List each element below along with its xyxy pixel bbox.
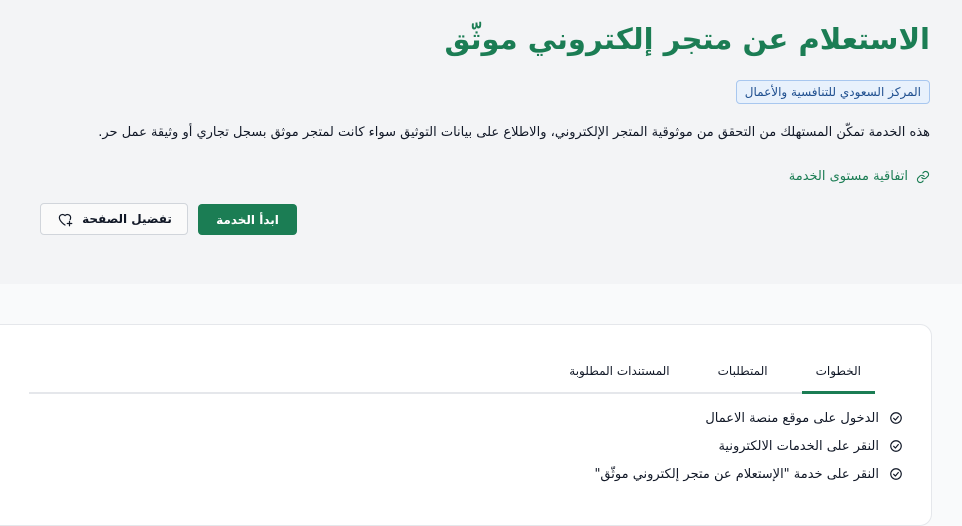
provider-badge: المركز السعودي للتنافسية والأعمال bbox=[735, 80, 930, 104]
list-item: الدخول على موقع منصة الاعمال bbox=[594, 404, 903, 432]
service-description: هذه الخدمة تمكّن المستهلك من التحقق من م… bbox=[98, 125, 930, 140]
page-title: الاستعلام عن متجر إلكتروني موثّق bbox=[444, 22, 930, 56]
tab-requirements[interactable]: المتطلبات bbox=[704, 364, 782, 392]
check-circle-icon bbox=[890, 468, 902, 480]
tab-required-documents[interactable]: المستندات المطلوبة bbox=[555, 364, 683, 392]
step-text: الدخول على موقع منصة الاعمال bbox=[705, 410, 879, 426]
tab-steps[interactable]: الخطوات bbox=[801, 364, 876, 394]
step-text: النقر على خدمة "الإستعلام عن متجر إلكترو… bbox=[594, 466, 879, 482]
details-tabs: الخطوات المتطلبات المستندات المطلوبة bbox=[29, 364, 876, 394]
check-circle-icon bbox=[890, 412, 902, 424]
heart-plus-icon bbox=[58, 213, 73, 227]
steps-list: الدخول على موقع منصة الاعمال النقر على ا… bbox=[594, 404, 903, 488]
favorite-page-label: تفضيل الصفحة bbox=[82, 212, 172, 226]
sla-link-label: اتفاقية مستوى الخدمة bbox=[788, 169, 908, 184]
service-header: الاستعلام عن متجر إلكتروني موثّق المركز … bbox=[0, 0, 962, 284]
start-service-button[interactable]: ابدأ الخدمة bbox=[198, 204, 297, 235]
list-item: النقر على خدمة "الإستعلام عن متجر إلكترو… bbox=[594, 460, 903, 488]
service-details-card: الخطوات المتطلبات المستندات المطلوبة الد… bbox=[0, 324, 932, 526]
step-text: النقر على الخدمات الالكترونية bbox=[718, 438, 879, 454]
favorite-page-button[interactable]: تفضيل الصفحة bbox=[40, 203, 188, 235]
link-icon bbox=[916, 170, 930, 183]
check-circle-icon bbox=[890, 440, 902, 452]
sla-link[interactable]: اتفاقية مستوى الخدمة bbox=[789, 169, 930, 184]
list-item: النقر على الخدمات الالكترونية bbox=[594, 432, 903, 460]
